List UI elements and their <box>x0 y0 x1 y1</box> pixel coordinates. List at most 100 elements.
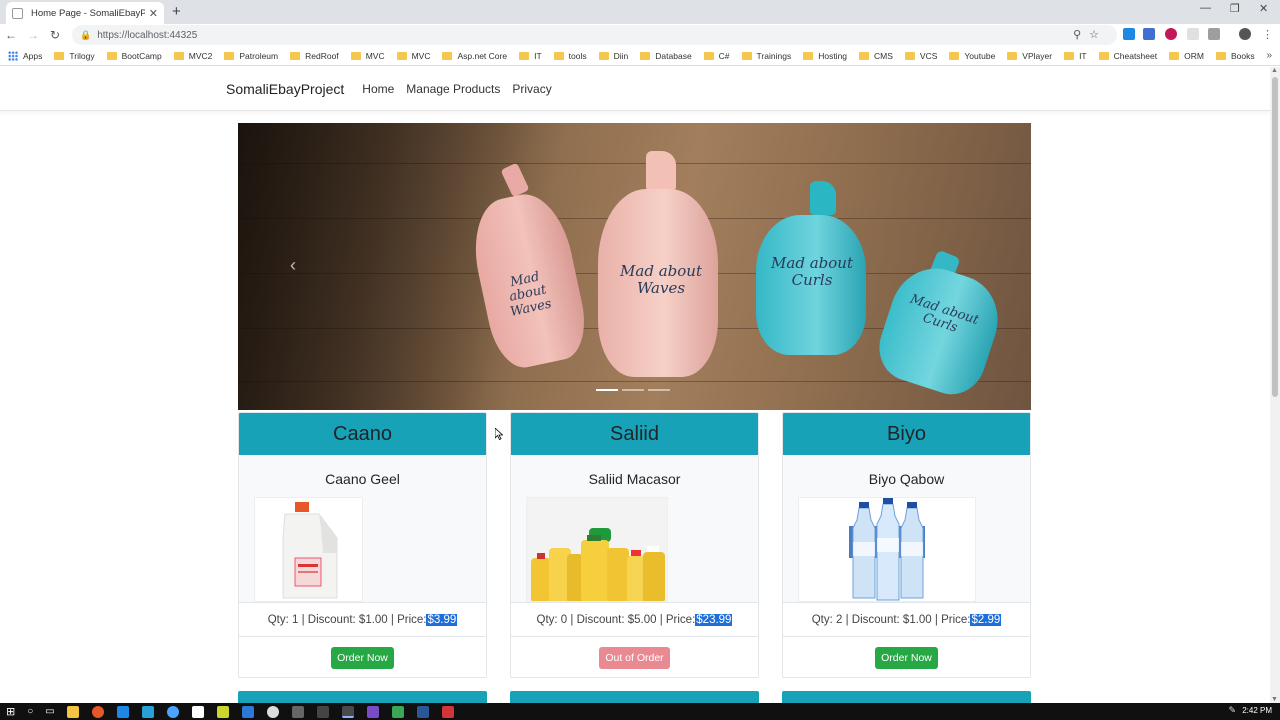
folder-icon <box>949 51 960 60</box>
app-icon[interactable] <box>317 705 330 718</box>
bookmark-folder[interactable]: VCS <box>904 51 937 61</box>
menu-dots-icon[interactable]: ⋮ <box>1262 28 1273 41</box>
clock[interactable]: 2:42 PM <box>1242 706 1272 715</box>
bookmark-folder[interactable]: Trainings <box>741 51 791 61</box>
product-info: Qty: 0 | Discount: $5.00 | Price: $23.99 <box>511 602 758 637</box>
bookmark-folder[interactable]: C# <box>703 51 730 61</box>
bookmark-folder[interactable]: MVC <box>396 51 430 61</box>
bookmark-folder[interactable]: Cheatsheet <box>1098 51 1157 61</box>
bookmark-folder[interactable]: Youtube <box>949 51 995 61</box>
product-card-next <box>238 691 487 703</box>
product-info: Qty: 1 | Discount: $1.00 | Price: $3.99 <box>239 602 486 637</box>
page-scrollbar[interactable]: ▲ ▼ <box>1270 67 1280 703</box>
app-icon[interactable] <box>217 705 230 718</box>
order-now-button[interactable]: Order Now <box>875 647 938 669</box>
app-icon[interactable] <box>192 705 205 718</box>
back-icon[interactable]: ← <box>0 28 22 42</box>
vscode-icon[interactable] <box>242 705 255 718</box>
folder-icon <box>741 51 752 60</box>
file-explorer-icon[interactable] <box>67 705 80 718</box>
firefox-icon[interactable] <box>92 705 105 718</box>
app-icon[interactable] <box>167 705 180 718</box>
bookmark-folder[interactable]: tools <box>553 51 587 61</box>
folder-icon <box>1064 51 1075 60</box>
app-icon[interactable] <box>267 705 280 718</box>
carousel-prev-icon[interactable]: ‹ <box>290 255 296 276</box>
bookmark-folder[interactable]: Patroleum <box>224 51 278 61</box>
order-now-button[interactable]: Order Now <box>331 647 394 669</box>
close-window-icon[interactable]: ✕ <box>1259 2 1268 15</box>
carousel-indicator[interactable] <box>648 389 670 391</box>
task-view-icon[interactable]: ▭ <box>45 706 54 717</box>
nav-manage-products[interactable]: Manage Products <box>406 82 500 96</box>
nav-home[interactable]: Home <box>362 82 394 96</box>
bookmark-folder[interactable]: Asp.net Core <box>442 51 507 61</box>
address-bar[interactable]: 🔒 https://localhost:44325 ⚲☆ <box>72 25 1117 45</box>
scroll-down-icon[interactable]: ▼ <box>1271 696 1278 703</box>
product-name: Caano Geel <box>325 471 400 487</box>
card-category: Caano <box>239 413 486 455</box>
bookmark-folder[interactable]: Diin <box>598 51 628 61</box>
bookmark-folder[interactable]: VPlayer <box>1007 51 1052 61</box>
reload-icon[interactable]: ↻ <box>44 28 66 42</box>
forward-icon[interactable]: → <box>22 28 44 42</box>
qty-discount-text: Qty: 2 | Discount: $1.00 | Price: <box>811 613 971 626</box>
site-navbar: SomaliEbayProject Home Manage Products P… <box>0 67 1270 111</box>
bookmark-folder[interactable]: Trilogy <box>54 51 95 61</box>
bookmark-folder[interactable]: IT <box>1064 51 1087 61</box>
visual-studio-icon[interactable] <box>367 705 380 718</box>
minimize-icon[interactable]: — <box>1200 2 1211 14</box>
product-image-milk <box>254 497 363 602</box>
extension-icon[interactable] <box>1208 28 1220 40</box>
windows-taskbar: ⊞ ○ ▭ ✎ 2:42 PM <box>0 703 1280 720</box>
site-brand[interactable]: SomaliEbayProject <box>226 81 344 97</box>
app-icon[interactable] <box>292 705 305 718</box>
product-card: Saliid Saliid Macasor Qty: 0 | Discount:… <box>510 412 759 678</box>
restore-icon[interactable]: ❐ <box>1230 2 1240 15</box>
bookmark-apps[interactable]: Apps <box>8 50 42 61</box>
app-icon[interactable] <box>442 705 455 718</box>
word-icon[interactable] <box>417 705 430 718</box>
folder-icon <box>173 51 184 60</box>
skype-icon[interactable] <box>142 705 155 718</box>
nav-privacy[interactable]: Privacy <box>512 82 551 96</box>
carousel-indicator[interactable] <box>622 389 644 391</box>
tray-pen-icon[interactable]: ✎ <box>1228 705 1236 716</box>
bookmark-folder[interactable]: RedRoof <box>290 51 339 61</box>
bookmark-folder[interactable]: CMS <box>859 51 893 61</box>
bookmark-folder[interactable]: MVC <box>350 51 385 61</box>
search-icon[interactable]: ○ <box>27 706 33 717</box>
zoom-icon[interactable]: ⚲ <box>1073 29 1089 41</box>
carousel-indicator[interactable] <box>596 389 618 391</box>
browser-tab[interactable]: Home Page - SomaliEbayProject ✕ <box>6 2 164 24</box>
scrollbar-thumb[interactable] <box>1272 77 1278 397</box>
pump-top <box>810 181 836 215</box>
bookmark-folder[interactable]: Books <box>1215 51 1255 61</box>
hero-carousel[interactable]: Mad about Waves Mad about Waves Mad abou… <box>238 123 1031 410</box>
scroll-up-icon[interactable]: ▲ <box>1271 67 1278 74</box>
app-icon[interactable] <box>392 705 405 718</box>
lock-icon: 🔒 <box>80 29 92 40</box>
browser-tab-strip: Home Page - SomaliEbayProject ✕ + — ❐ ✕ <box>0 0 1280 24</box>
bookmark-folder[interactable]: Hosting <box>803 51 847 61</box>
chrome-icon[interactable] <box>342 705 355 718</box>
extension-icon[interactable] <box>1165 28 1177 40</box>
bookmark-folder[interactable]: IT <box>519 51 542 61</box>
card-category: Saliid <box>511 413 758 455</box>
more-bookmarks-icon[interactable]: » <box>1266 50 1272 61</box>
new-tab-icon[interactable]: + <box>172 3 181 20</box>
extension-icon[interactable] <box>1123 28 1135 40</box>
start-windows-icon[interactable]: ⊞ <box>6 705 15 718</box>
bookmark-folder[interactable]: ORM <box>1169 51 1204 61</box>
extension-icon[interactable] <box>1187 28 1199 40</box>
bookmark-folder[interactable]: Database <box>640 51 692 61</box>
extension-icon[interactable] <box>1143 28 1155 40</box>
profile-avatar-icon[interactable] <box>1239 28 1251 40</box>
edge-icon[interactable] <box>117 705 130 718</box>
bookmark-star-icon[interactable]: ☆ <box>1089 29 1107 41</box>
bookmark-folder[interactable]: BootCamp <box>106 51 162 61</box>
bookmark-folder[interactable]: MVC2 <box>173 51 212 61</box>
product-card-next <box>782 691 1031 703</box>
out-of-order-button[interactable]: Out of Order <box>599 647 670 669</box>
close-tab-icon[interactable]: ✕ <box>149 7 158 20</box>
